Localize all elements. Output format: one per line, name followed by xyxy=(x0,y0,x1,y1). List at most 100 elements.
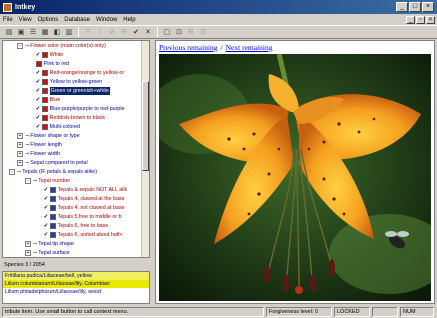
tree-row[interactable]: - ⊸ Tepals (IF petals & sepals alike) xyxy=(9,168,97,176)
check-icon[interactable]: ✓ xyxy=(36,114,41,122)
status-hint: tribute item. Use small button to call c… xyxy=(2,307,264,317)
d-icon[interactable]: D xyxy=(198,27,208,37)
check-icon[interactable]: ✓ xyxy=(44,222,49,230)
species-list[interactable]: Fritillaria pudica/Liliaceae/bell, yello… xyxy=(2,271,150,304)
species-item[interactable]: Fritillaria pudica/Liliaceae/bell, yello… xyxy=(3,272,149,280)
characters-icon[interactable]: ☰ xyxy=(28,27,38,37)
tree-row[interactable]: · ✓ Green or greenish+white xyxy=(33,87,110,95)
tree-row[interactable]: + ⊸ Flower length xyxy=(17,141,62,149)
expand-icon[interactable]: + xyxy=(17,133,23,139)
tree-row[interactable]: · ✓ Tepals 4, not clawed at base xyxy=(41,204,125,212)
species-item[interactable]: Lilium philadelphicum/Liliaceae/lily, wo… xyxy=(3,288,149,296)
tree-item-label: Pink to red xyxy=(43,61,69,67)
branch-line-icon: · xyxy=(41,214,43,220)
check-icon[interactable]: ✓ xyxy=(36,78,41,86)
tree-row[interactable]: · ✓ Tepals 5,free to middle or b xyxy=(41,213,122,221)
character-tree[interactable]: - ⊸ Flower color (main color(s) only) · ✓ Whi… xyxy=(2,40,150,258)
menu-help[interactable]: Help xyxy=(123,17,135,23)
menu-window[interactable]: Window xyxy=(96,17,117,23)
expand-icon[interactable]: + xyxy=(25,250,31,256)
open-icon[interactable]: ▤ xyxy=(4,27,14,37)
mdi-close-button[interactable]: × xyxy=(426,15,435,24)
branch-line-icon: · xyxy=(33,115,35,121)
expand-icon[interactable]: + xyxy=(17,160,23,166)
use-icon[interactable]: ⟳ xyxy=(119,27,129,37)
menu-view[interactable]: View xyxy=(19,17,32,23)
tree-row[interactable]: · ✓ Blue xyxy=(33,96,60,104)
previous-remaining-link[interactable]: Previous remaining xyxy=(159,43,218,52)
tree-row[interactable]: · ✓ Tepals & sepals NOT ALL alik xyxy=(41,186,127,194)
app-icon[interactable] xyxy=(3,2,12,12)
expand-icon[interactable]: + xyxy=(25,241,31,247)
maximize-button[interactable]: □ xyxy=(409,2,421,12)
menu-options[interactable]: Options xyxy=(38,17,59,23)
collapse-icon[interactable]: - xyxy=(9,169,15,175)
check-icon[interactable]: ✓ xyxy=(44,195,49,203)
check-icon[interactable]: ✓ xyxy=(36,51,41,59)
best-icon[interactable]: ⌇ xyxy=(95,27,105,37)
info-icon[interactable]: ⊡ xyxy=(174,27,184,37)
tree-row[interactable]: + ⊸ Tepal tip shape xyxy=(25,240,74,248)
tree-row[interactable]: + ⊸ Tepal surface xyxy=(25,249,70,257)
check-icon[interactable]: ✓ xyxy=(36,105,41,113)
menu-database[interactable]: Database xyxy=(64,17,90,23)
expand-icon[interactable]: + xyxy=(17,142,23,148)
taxa-icon[interactable]: ▦ xyxy=(40,27,50,37)
tree-row[interactable]: + ⊸ Flower width xyxy=(17,150,60,158)
find-icon[interactable]: ▥ xyxy=(64,27,74,37)
check-icon[interactable]: ✓ xyxy=(36,69,41,77)
image-nav: Previous remaining / Next remaining xyxy=(159,43,273,52)
tree-row[interactable]: · ✓ Yellow to yellow-green xyxy=(33,78,102,86)
tree-row[interactable]: + ⊸ Flower shape or type xyxy=(17,132,80,140)
tree-item-label: Flower shape or type xyxy=(30,133,80,139)
r-icon[interactable]: R xyxy=(186,27,196,37)
help-icon[interactable]: ✕ xyxy=(143,27,153,37)
character-icon: ⊸ xyxy=(33,178,38,184)
tree-scroll-thumb[interactable] xyxy=(142,81,149,171)
species-rows: Fritillaria pudica/Liliaceae/bell, yello… xyxy=(3,272,149,296)
tree-item-label: Tepals 5,free to middle or b xyxy=(57,214,122,220)
tree-row[interactable]: · ✓ Tepals 4, clawed at the base xyxy=(41,195,125,203)
tree-row[interactable]: · Pink to red xyxy=(33,60,69,68)
mdi-minimize-button[interactable]: _ xyxy=(406,15,415,24)
check-icon[interactable]: ✓ xyxy=(36,87,41,95)
expand-icon[interactable]: + xyxy=(17,151,23,157)
delete-icon[interactable]: ✔ xyxy=(131,27,141,37)
tree-row[interactable]: · ✓ Tepals 6, free to base xyxy=(41,222,108,230)
minimize-button[interactable]: _ xyxy=(396,2,408,12)
species-item[interactable]: Lilium columbianum/Liliaceae/lily, Colum… xyxy=(3,280,149,288)
check-icon[interactable]: ✓ xyxy=(44,204,49,212)
mdi-restore-button[interactable]: ▫ xyxy=(416,15,425,24)
tree-row[interactable]: - ⊸ Tepal number xyxy=(25,177,70,185)
collapse-icon[interactable]: - xyxy=(17,43,23,49)
state-icon xyxy=(49,196,56,202)
tree-row[interactable]: · ✓ White xyxy=(33,51,63,59)
tree-row[interactable]: · ✓ Tepals 6, united about half+ xyxy=(41,231,123,239)
save-icon[interactable]: ▣ xyxy=(16,27,26,37)
state-icon xyxy=(49,187,56,193)
close-button[interactable]: × xyxy=(422,2,434,12)
tree-row[interactable]: · ✓ Reddish-brown to black xyxy=(33,114,105,122)
tree-row[interactable]: + ⊸ Sepal compared to petal xyxy=(17,159,88,167)
next-remaining-link[interactable]: Next remaining xyxy=(226,43,273,52)
tree-scrollbar[interactable] xyxy=(141,41,149,257)
tree-row[interactable]: · ✓ Red-orange/orange to yellow-or xyxy=(33,69,124,77)
diagnose-icon[interactable]: ⊘ xyxy=(107,27,117,37)
collapse-icon[interactable]: - xyxy=(25,178,31,184)
check-icon[interactable]: ✓ xyxy=(44,186,49,194)
branch-line-icon: · xyxy=(33,79,35,85)
separate-icon[interactable]: Y xyxy=(83,27,93,37)
state-icon xyxy=(41,97,48,103)
tree-row[interactable]: - ⊸ Flower color (main color(s) only) xyxy=(17,42,106,50)
tree-row[interactable]: · ✓ Blue-purple/purple to red-purple xyxy=(33,105,124,113)
check-icon[interactable]: ✓ xyxy=(44,231,49,239)
tree-row[interactable]: · ✓ Multi-colored xyxy=(33,123,80,131)
tree-item-label: White xyxy=(49,52,64,58)
check-icon[interactable]: ✓ xyxy=(44,213,49,221)
menu-file[interactable]: File xyxy=(3,17,13,23)
check-icon[interactable]: ✓ xyxy=(36,96,41,104)
tree-item-label: Tepal tip shape xyxy=(38,241,74,247)
restart-icon[interactable]: ◧ xyxy=(52,27,62,37)
close-icon[interactable]: ▢ xyxy=(162,27,172,37)
check-icon[interactable]: ✓ xyxy=(36,123,41,131)
